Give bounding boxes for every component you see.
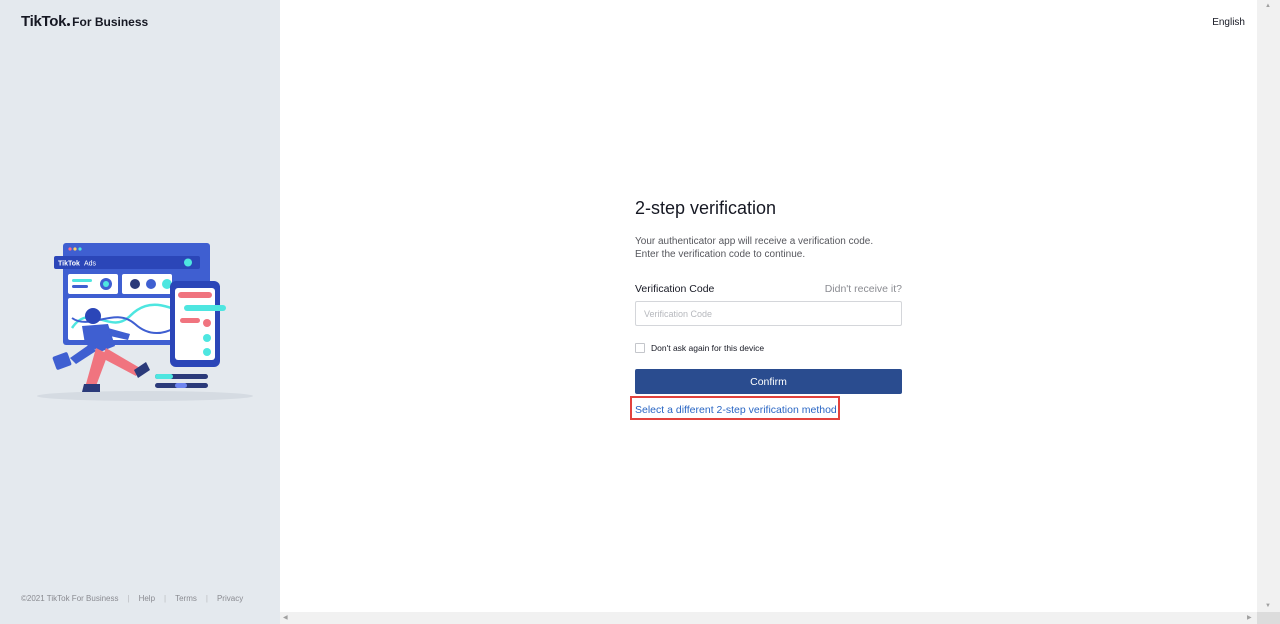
tiktok-ads-illustration: TikTok Ads xyxy=(37,243,253,401)
logo-suffix: For Business xyxy=(72,15,149,29)
footer-link-terms[interactable]: Terms xyxy=(175,594,197,603)
code-field-label: Verification Code xyxy=(635,283,715,295)
footer-divider: | xyxy=(164,594,167,603)
footer-copyright: ©2021 TikTok For Business xyxy=(21,594,119,603)
description-line-1: Your authenticator app will receive a ve… xyxy=(635,236,874,247)
remember-device-label: Don't ask again for this device xyxy=(651,343,765,353)
vertical-scrollbar[interactable]: ▲ ▼ xyxy=(1257,0,1280,612)
page: TikTok For Business TikTok Ads ©2021 Tik… xyxy=(0,0,1280,624)
footer-divider: | xyxy=(127,594,130,603)
scroll-up-arrow-icon[interactable]: ▲ xyxy=(1265,3,1271,9)
footer: ©2021 TikTok For Business | Help | Terms… xyxy=(21,594,243,603)
brand-logo[interactable]: TikTok For Business xyxy=(21,13,148,30)
verification-code-input[interactable] xyxy=(635,301,902,326)
footer-link-privacy[interactable]: Privacy xyxy=(217,594,243,603)
illustration-label-product: Ads xyxy=(84,261,97,268)
horizontal-scrollbar[interactable]: ◀ ▶ xyxy=(280,612,1257,624)
illustration-label-brand: TikTok xyxy=(58,261,80,268)
scroll-down-arrow-icon[interactable]: ▼ xyxy=(1265,603,1271,609)
description-line-2: Enter the verification code to continue. xyxy=(635,249,806,260)
form-description: Your authenticator app will receive a ve… xyxy=(635,235,902,261)
scroll-right-arrow-icon[interactable]: ▶ xyxy=(1247,614,1252,621)
left-panel: TikTok For Business TikTok Ads ©2021 Tik… xyxy=(0,0,280,624)
remember-device-checkbox[interactable] xyxy=(635,343,645,353)
remember-device-row[interactable]: Don't ask again for this device xyxy=(635,343,902,353)
footer-link-help[interactable]: Help xyxy=(139,594,155,603)
logo-dot xyxy=(67,23,71,26)
code-field-header: Verification Code Didn't receive it? xyxy=(635,283,902,295)
resend-code-link[interactable]: Didn't receive it? xyxy=(825,283,902,295)
footer-divider: | xyxy=(205,594,208,603)
verification-form: 2-step verification Your authenticator a… xyxy=(630,197,902,420)
language-selector[interactable]: English xyxy=(1212,17,1245,28)
alt-verification-method-link[interactable]: Select a different 2-step verification m… xyxy=(635,402,837,418)
logo-brand-name: TikTok xyxy=(21,13,67,30)
page-title: 2-step verification xyxy=(635,198,777,218)
scrollbar-corner xyxy=(1257,612,1280,624)
scroll-left-arrow-icon[interactable]: ◀ xyxy=(283,614,288,621)
confirm-button[interactable]: Confirm xyxy=(635,369,902,394)
main-content: English 2-step verification Your authent… xyxy=(280,0,1257,612)
alt-method-wrapper: Select a different 2-step verification m… xyxy=(630,396,840,420)
